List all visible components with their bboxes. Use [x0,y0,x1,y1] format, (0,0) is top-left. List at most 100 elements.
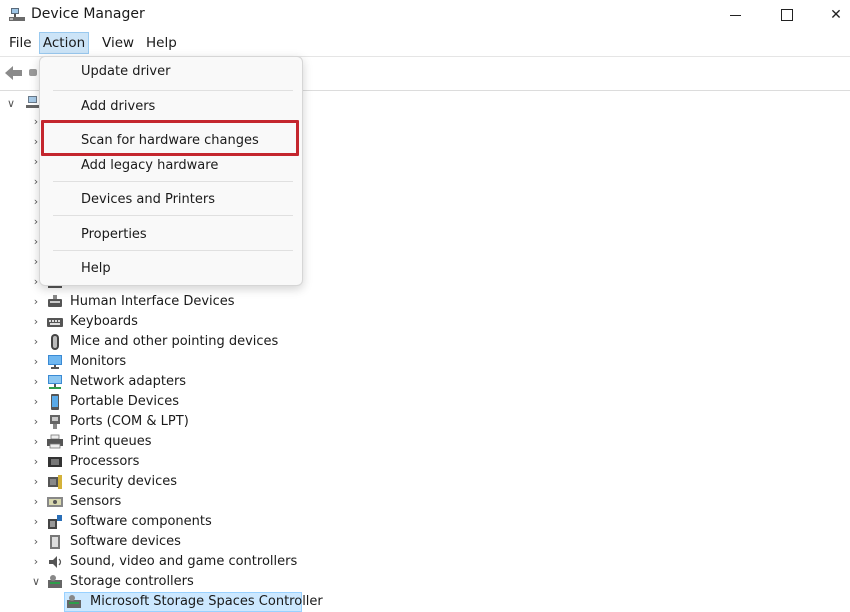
chevron-right-icon[interactable]: › [30,316,42,328]
title-bar: Device Manager ✕ [0,0,850,30]
tree-category[interactable]: › Keyboards [0,312,850,332]
category-label: Software components [70,514,212,529]
mouse-icon [47,334,63,350]
menu-separator [53,90,293,91]
processor-icon [47,454,63,470]
tree-category[interactable]: › Software components [0,512,850,532]
chevron-right-icon[interactable]: › [30,376,42,388]
software-component-icon [47,514,63,530]
menu-item-update-driver[interactable]: Update driver [40,58,302,88]
monitor-icon [47,354,63,370]
category-label: Processors [70,454,140,469]
tree-category[interactable]: › Print queues [0,432,850,452]
category-label: Security devices [70,474,177,489]
chevron-right-icon[interactable]: › [30,416,42,428]
tree-category-expanded[interactable]: ∨ Storage controllers [0,572,850,592]
tree-category[interactable]: › Sensors [0,492,850,512]
tree-child-device[interactable]: Microsoft Storage Spaces Controller [0,592,850,612]
tree-category[interactable]: › Monitors [0,352,850,372]
chevron-right-icon[interactable]: › [30,296,42,308]
chevron-right-icon[interactable]: › [30,456,42,468]
menu-item-label: Add legacy hardware [81,158,219,173]
tree-category[interactable]: › Mice and other pointing devices [0,332,850,352]
category-label: Monitors [70,354,127,369]
tree-category[interactable]: › Software devices [0,532,850,552]
menu-item-properties[interactable]: Properties [40,221,302,251]
menu-separator [53,250,293,251]
menu-item-label: Update driver [81,64,171,79]
chevron-right-icon[interactable]: › [30,516,42,528]
chevron-right-icon[interactable]: › [30,356,42,368]
portable-device-icon [47,394,63,410]
tree-category[interactable]: › Ports (COM & LPT) [0,412,850,432]
category-label: Keyboards [70,314,138,329]
category-label: Sound, video and game controllers [70,554,298,569]
category-label: Software devices [70,534,181,549]
menu-action[interactable]: Action [39,32,89,54]
menu-file[interactable]: File [4,33,37,53]
chevron-down-icon[interactable]: ∨ [7,97,15,110]
window-title: Device Manager [31,6,145,22]
printer-icon [47,434,63,450]
hid-icon [47,294,63,310]
sound-icon [47,554,63,570]
device-manager-app-icon [8,6,26,24]
close-button[interactable]: ✕ [813,0,850,30]
tree-category[interactable]: › Human Interface Devices [0,292,850,312]
annotation-highlight-box [41,120,299,156]
menu-item-label: Properties [81,227,147,242]
tree-category[interactable]: › Sound, video and game controllers [0,552,850,572]
category-label: Ports (COM & LPT) [70,414,189,429]
menu-view[interactable]: View [97,33,139,53]
menu-item-label: Add drivers [81,99,156,114]
chevron-down-icon[interactable]: ∨ [30,576,42,588]
storage-controller-icon [47,574,63,590]
chevron-right-icon[interactable]: › [30,536,42,548]
forward-button[interactable] [29,69,37,76]
tree-category[interactable]: › Portable Devices [0,392,850,412]
tree-category[interactable]: › Security devices [0,472,850,492]
security-device-icon [47,474,63,490]
network-adapter-icon [47,374,63,390]
chevron-right-icon[interactable]: › [30,436,42,448]
chevron-right-icon[interactable]: › [30,476,42,488]
category-label: Mice and other pointing devices [70,334,279,349]
back-button[interactable] [4,65,24,81]
close-icon: ✕ [830,7,842,23]
menu-separator [53,215,293,216]
maximize-button[interactable] [764,0,810,30]
back-arrow-icon [5,66,22,80]
computer-icon [26,95,40,109]
menu-item-devices-and-printers[interactable]: Devices and Printers [40,186,302,216]
category-label: Storage controllers [70,574,194,589]
minimize-icon [729,14,741,16]
menu-item-add-legacy-hardware[interactable]: Add legacy hardware [40,152,302,182]
action-dropdown-menu: Update driver Add drivers Scan for hardw… [39,56,303,286]
menu-help[interactable]: Help [141,33,182,53]
category-label: Print queues [70,434,152,449]
maximize-icon [781,9,793,21]
software-device-icon [47,534,63,550]
category-label: Sensors [70,494,122,509]
chevron-right-icon[interactable]: › [30,336,42,348]
menu-item-help[interactable]: Help [40,255,302,285]
category-label: Portable Devices [70,394,179,409]
sensor-icon [47,494,63,510]
menu-separator [53,181,293,182]
port-icon [47,414,63,430]
category-label: Human Interface Devices [70,294,235,309]
category-label: Network adapters [70,374,187,389]
device-label: Microsoft Storage Spaces Controller [90,594,323,609]
chevron-right-icon[interactable]: › [30,556,42,568]
chevron-right-icon[interactable]: › [30,396,42,408]
keyboard-icon [47,314,63,330]
tree-category[interactable]: › Processors [0,452,850,472]
chevron-right-icon[interactable]: › [30,496,42,508]
minimize-button[interactable] [712,0,758,30]
storage-spaces-controller-icon [66,594,82,610]
menu-bar: File Action View Help [0,30,850,56]
menu-item-label: Devices and Printers [81,192,215,207]
tree-category[interactable]: › Network adapters [0,372,850,392]
menu-item-add-drivers[interactable]: Add drivers [40,93,302,123]
menu-item-label: Help [81,261,111,276]
